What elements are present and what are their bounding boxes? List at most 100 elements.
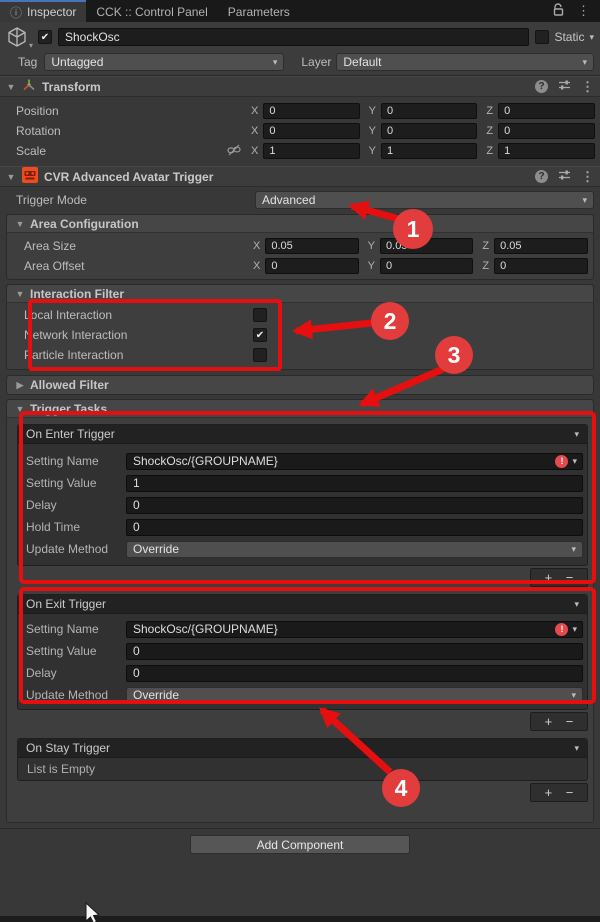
scale-x-input[interactable]: 1	[263, 143, 359, 159]
scale-z-input[interactable]: 1	[498, 143, 595, 159]
update-method-value: Override	[133, 688, 179, 702]
inspector-window: ⓘ Inspector CCK :: Control Panel Paramet…	[0, 0, 600, 922]
gameobject-name-input[interactable]: ShockOsc	[58, 28, 529, 46]
remove-item-button[interactable]: −	[566, 571, 574, 584]
x-axis-label: X	[253, 260, 260, 272]
rotation-x-input[interactable]: 0	[263, 123, 359, 139]
cvr-trigger-header[interactable]: ▼ CVR Advanced Avatar Trigger ? ⋮	[0, 166, 600, 187]
foldout-open-icon[interactable]: ▼	[15, 404, 25, 414]
add-item-button[interactable]: +	[545, 571, 553, 584]
static-dropdown-arrow[interactable]: ▾	[589, 32, 594, 43]
y-axis-label: Y	[368, 240, 375, 252]
tab-bar: ⓘ Inspector CCK :: Control Panel Paramet…	[0, 0, 600, 22]
local-interaction-checkbox[interactable]	[253, 308, 267, 322]
presets-icon[interactable]	[558, 79, 571, 94]
foldout-open-icon[interactable]: ▼	[6, 172, 16, 182]
tag-dropdown[interactable]: Untagged ▾	[44, 53, 284, 71]
on-enter-list-footer: + −	[17, 568, 588, 587]
add-component-button[interactable]: Add Component	[190, 835, 410, 854]
gameobject-header: ▾ ✔ ShockOsc Static ▾ Tag Untagged ▾ Lay…	[0, 22, 600, 76]
chevron-down-icon[interactable]: ▾	[574, 429, 579, 440]
interaction-filter-header[interactable]: ▼ Interaction Filter	[7, 285, 593, 303]
delay-label: Delay	[26, 666, 126, 680]
foldout-closed-icon[interactable]: ▶	[15, 380, 25, 391]
area-offset-x-input[interactable]: 0	[265, 258, 358, 274]
static-label: Static	[554, 30, 584, 44]
setting-name-input[interactable]: ShockOsc/{GROUPNAME}	[126, 453, 553, 470]
position-y-input[interactable]: 0	[381, 103, 477, 119]
warning-badge-icon: !	[555, 455, 568, 468]
setting-value-input[interactable]: 0	[126, 643, 583, 660]
kebab-menu-icon[interactable]: ⋮	[581, 169, 594, 185]
area-size-label: Area Size	[24, 239, 76, 253]
setting-value-input[interactable]: 1	[126, 475, 583, 492]
foldout-open-icon[interactable]: ▼	[6, 82, 16, 92]
allowed-filter-group: ▶ Allowed Filter	[6, 375, 594, 395]
area-size-x-input[interactable]: 0.05	[265, 238, 358, 254]
kebab-menu-icon[interactable]: ⋮	[581, 79, 594, 95]
update-method-dropdown[interactable]: Override ▾	[126, 687, 583, 704]
scale-y-input[interactable]: 1	[381, 143, 477, 159]
on-stay-trigger-header[interactable]: On Stay Trigger ▾	[18, 739, 587, 758]
rotation-z-input[interactable]: 0	[498, 123, 595, 139]
chevron-down-icon[interactable]: ▾	[574, 743, 579, 754]
position-x-input[interactable]: 0	[263, 103, 359, 119]
static-checkbox[interactable]	[535, 30, 549, 44]
tab-cck-control-panel[interactable]: CCK :: Control Panel	[86, 0, 217, 22]
link-scale-icon[interactable]	[227, 144, 241, 159]
update-method-row: Update Method Override ▾	[26, 539, 583, 559]
x-axis-label: X	[251, 125, 258, 137]
local-interaction-label: Local Interaction	[24, 308, 253, 322]
active-checkbox[interactable]: ✔	[38, 30, 52, 44]
delay-input[interactable]: 0	[126, 665, 583, 682]
gameobject-cube-icon[interactable]: ▾	[6, 26, 32, 48]
setting-name-label: Setting Name	[26, 454, 126, 468]
tab-parameters[interactable]: Parameters	[218, 0, 300, 22]
chevron-down-icon: ▾	[273, 57, 278, 68]
trigger-tasks-header[interactable]: ▼ Trigger Tasks	[7, 400, 593, 418]
foldout-open-icon[interactable]: ▼	[15, 219, 25, 229]
foldout-open-icon[interactable]: ▼	[15, 289, 25, 299]
help-icon[interactable]: ?	[535, 170, 548, 183]
help-icon[interactable]: ?	[535, 80, 548, 93]
remove-item-button[interactable]: −	[566, 715, 574, 728]
hold-time-input[interactable]: 0	[126, 519, 583, 536]
presets-icon[interactable]	[558, 169, 571, 184]
trigger-mode-value: Advanced	[262, 193, 315, 207]
update-method-dropdown[interactable]: Override ▾	[126, 541, 583, 558]
particle-interaction-row: Particle Interaction	[7, 345, 593, 365]
trigger-mode-dropdown[interactable]: Advanced ▾	[255, 191, 594, 209]
delay-row: Delay 0	[26, 663, 583, 683]
group-title: Area Configuration	[30, 217, 139, 231]
setting-name-label: Setting Name	[26, 622, 126, 636]
setting-name-options[interactable]: ! ▾	[553, 453, 583, 470]
on-exit-trigger-header[interactable]: On Exit Trigger ▾	[18, 595, 587, 614]
particle-interaction-checkbox[interactable]	[253, 348, 267, 362]
area-size-y-input[interactable]: 0.05	[380, 238, 473, 254]
area-offset-y-input[interactable]: 0	[380, 258, 473, 274]
tab-inspector[interactable]: ⓘ Inspector	[0, 0, 86, 22]
setting-name-input[interactable]: ShockOsc/{GROUPNAME}	[126, 621, 553, 638]
position-z-input[interactable]: 0	[498, 103, 595, 119]
transform-header[interactable]: ▼ Transform ? ⋮	[0, 76, 600, 97]
on-enter-trigger-header[interactable]: On Enter Trigger ▾	[18, 425, 587, 444]
icon-picker-arrow: ▾	[29, 41, 33, 50]
lock-icon[interactable]	[553, 3, 565, 19]
on-exit-trigger-list: On Exit Trigger ▾ Setting Name ShockOsc/…	[17, 594, 588, 710]
transform-body: Position X0 Y0 Z0 Rotation X0 Y0 Z0 Scal…	[0, 97, 600, 164]
delay-input[interactable]: 0	[126, 497, 583, 514]
kebab-menu-icon[interactable]: ⋮	[577, 3, 590, 19]
setting-name-options[interactable]: ! ▾	[553, 621, 583, 638]
remove-item-button[interactable]: −	[566, 786, 574, 799]
tag-label: Tag	[18, 55, 37, 69]
area-size-z-input[interactable]: 0.05	[494, 238, 588, 254]
area-configuration-header[interactable]: ▼ Area Configuration	[7, 215, 593, 233]
chevron-down-icon[interactable]: ▾	[574, 599, 579, 610]
add-item-button[interactable]: +	[545, 786, 553, 799]
layer-dropdown[interactable]: Default ▾	[336, 53, 594, 71]
network-interaction-checkbox[interactable]: ✔	[253, 328, 267, 342]
allowed-filter-header[interactable]: ▶ Allowed Filter	[7, 376, 593, 394]
rotation-y-input[interactable]: 0	[381, 123, 477, 139]
add-item-button[interactable]: +	[545, 715, 553, 728]
area-offset-z-input[interactable]: 0	[494, 258, 588, 274]
